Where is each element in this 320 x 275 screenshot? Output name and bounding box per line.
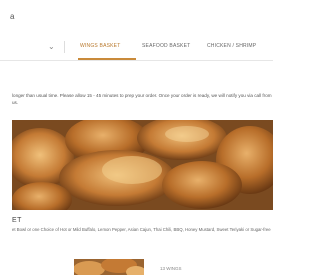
- section-description: et Bowl or one Choice of Hot or Mild Buf…: [12, 227, 271, 232]
- search-icon[interactable]: a: [10, 12, 14, 21]
- nav-divider: [64, 41, 65, 53]
- menu-card-image[interactable]: [74, 259, 144, 275]
- tab-wings-basket[interactable]: WINGS BASKET: [80, 43, 120, 49]
- section-title: ET: [12, 217, 22, 224]
- category-nav: ⌄ WINGS BASKET SEAFOOD BASKET CHICKEN / …: [0, 34, 273, 61]
- tab-chicken-shrimp[interactable]: CHICKEN / SHRIMP: [207, 43, 256, 49]
- active-tab-indicator: [78, 58, 136, 60]
- menu-item-photo: [12, 120, 273, 210]
- top-bar: a: [0, 0, 273, 35]
- wait-time-notice: longer than usual time. Please allow 15 …: [12, 93, 272, 105]
- chevron-down-icon[interactable]: ⌄: [48, 42, 55, 51]
- tab-seafood-basket[interactable]: SEAFOOD BASKET: [142, 43, 190, 49]
- menu-card-label: 13 WINGS: [160, 266, 182, 271]
